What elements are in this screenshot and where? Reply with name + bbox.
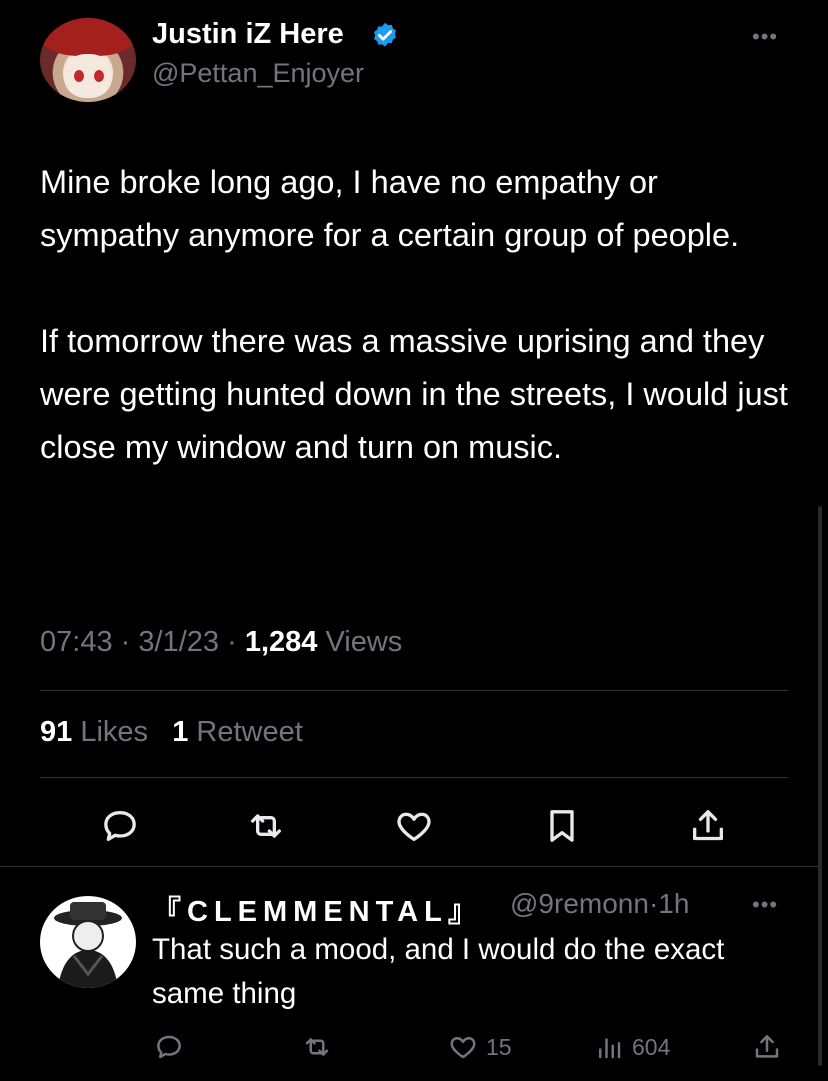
retweet-icon (305, 1038, 329, 1056)
heart-icon (450, 1037, 476, 1059)
divider (40, 690, 788, 691)
reply-meta-separator: · (648, 888, 659, 919)
tweet-paragraph-2: If tomorrow there was a massive uprising… (40, 323, 797, 465)
share-icon (693, 810, 723, 841)
retweets-label: Retweet (196, 716, 303, 748)
share-icon (755, 1035, 779, 1058)
bookmark-button[interactable] (542, 806, 582, 846)
author-avatar[interactable] (40, 18, 136, 102)
more-options-icon[interactable]: ••• (752, 24, 778, 50)
views-label: Views (325, 626, 403, 658)
meta-separator: · (227, 626, 237, 658)
tweet-stats: 91 Likes 1 Retweet (40, 716, 303, 749)
reply-more-options-icon[interactable]: ••• (752, 892, 778, 918)
tweet-date[interactable]: 3/1/23 (138, 626, 219, 658)
reply-likes-count: 15 (486, 1033, 512, 1060)
reply-like-button[interactable]: 15 (448, 1030, 512, 1064)
reply-reply-button[interactable] (154, 1030, 184, 1064)
reply-author-name[interactable]: 『CLEMMENTAL』 (152, 888, 483, 930)
reply-avatar-image (54, 902, 122, 988)
likes-stat[interactable]: 91 Likes (40, 716, 148, 748)
retweet-icon (251, 814, 281, 838)
retweets-count: 1 (172, 716, 189, 748)
reply-text: That such a mood, and I would do the exa… (152, 933, 725, 1010)
reply-author-handle[interactable]: @9remonn (510, 888, 649, 919)
retweets-stat[interactable]: 1 Retweet (172, 716, 303, 748)
divider (0, 866, 818, 867)
scrollbar[interactable] (818, 506, 822, 1066)
tweet-text: Mine broke long ago, I have no empathy o… (40, 156, 800, 474)
meta-separator: · (120, 626, 131, 658)
views-count: 1,284 (244, 626, 318, 658)
reply-author-meta: @9remonn·1h (510, 888, 689, 920)
reply-views-count: 604 (632, 1033, 671, 1060)
verified-badge-icon (374, 22, 396, 47)
reply-time[interactable]: 1h (658, 888, 689, 919)
heart-icon (397, 812, 431, 841)
reply-views-button[interactable]: 604 (594, 1030, 670, 1064)
tweet-meta: 07:43 · 3/1/23 · 1,284 Views (40, 626, 402, 659)
author-name[interactable]: Justin iZ Here (152, 18, 344, 51)
reply-retweet-button[interactable] (302, 1030, 332, 1064)
reply-author-avatar[interactable] (40, 896, 136, 988)
share-button[interactable] (688, 806, 728, 846)
divider (40, 777, 788, 778)
like-button[interactable] (394, 806, 434, 846)
reply-share-button[interactable] (752, 1030, 782, 1064)
author-handle[interactable]: @Pettan_Enjoyer (152, 58, 364, 89)
retweet-button[interactable] (246, 806, 286, 846)
analytics-icon (599, 1038, 621, 1059)
reply-icon (104, 811, 136, 841)
tweet-paragraph-1: Mine broke long ago, I have no empathy o… (40, 164, 740, 253)
bookmark-icon (550, 810, 574, 842)
reply-button[interactable] (100, 806, 140, 846)
tweet-time[interactable]: 07:43 (40, 626, 113, 658)
likes-label: Likes (80, 716, 149, 748)
likes-count: 91 (40, 716, 73, 748)
reply-icon (157, 1035, 181, 1059)
